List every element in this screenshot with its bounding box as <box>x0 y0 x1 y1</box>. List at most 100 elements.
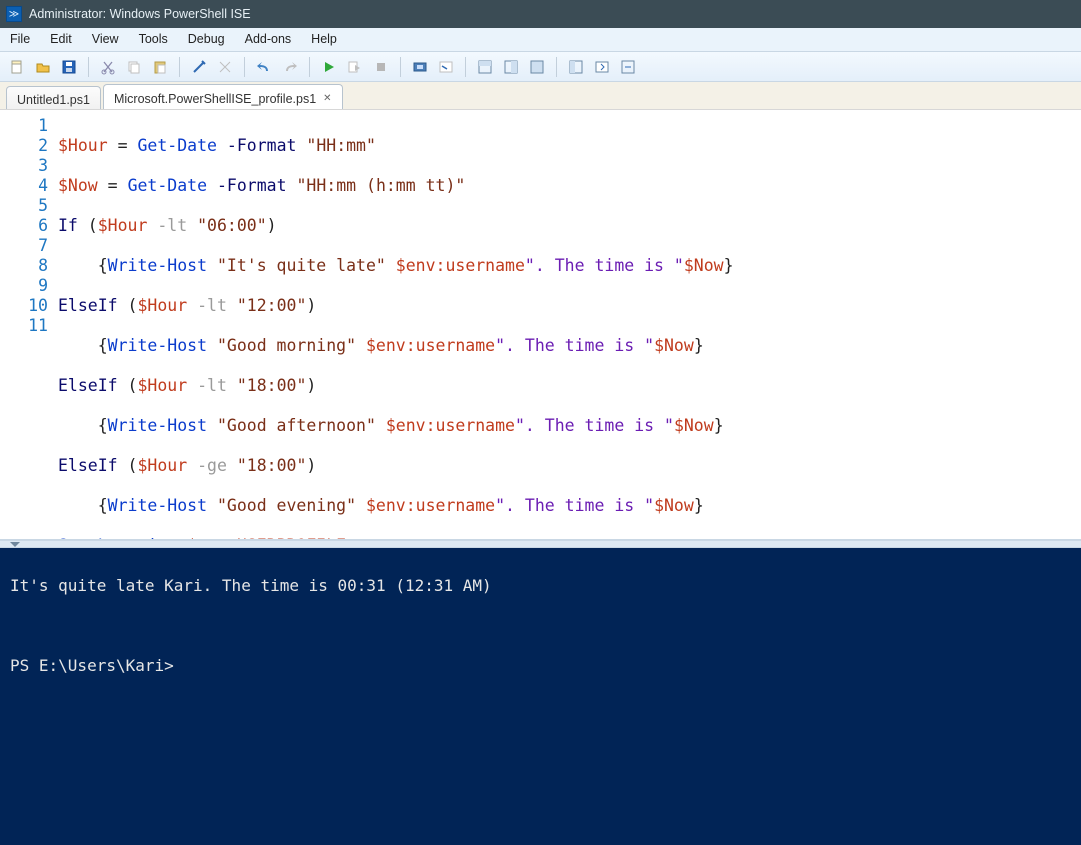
tok-sp <box>187 376 197 395</box>
line-number: 7 <box>0 236 48 256</box>
line-number: 8 <box>0 256 48 276</box>
tok-sp <box>217 136 227 155</box>
copy-button[interactable] <box>123 56 145 78</box>
new-remote-tab-button[interactable] <box>409 56 431 78</box>
tok-punc: { <box>58 256 108 275</box>
tok-str: "Good morning" <box>217 336 356 355</box>
code-area[interactable]: $Hour = Get-Date -Format "HH:mm" $Now = … <box>58 116 1081 539</box>
tok-punc: { <box>58 496 108 515</box>
menu-debug[interactable]: Debug <box>178 28 235 51</box>
find-button[interactable] <box>214 56 236 78</box>
script-editor[interactable]: 1 2 3 4 5 6 7 8 9 10 11 $Hour = Get-Date… <box>0 110 1081 540</box>
tok-str: "18:00" <box>237 456 307 475</box>
run-selection-button[interactable] <box>344 56 366 78</box>
tok-str: "It's quite late" <box>217 256 386 275</box>
tok-sp <box>296 136 306 155</box>
tok-punc: } <box>714 416 724 435</box>
tok-cmd: Write-Host <box>108 336 207 355</box>
tok-kw: ElseIf <box>58 456 118 475</box>
tok-punc: ) <box>267 216 277 235</box>
tok-sp <box>187 296 197 315</box>
line-number: 4 <box>0 176 48 196</box>
tok-op: -lt <box>157 216 187 235</box>
tok-sp <box>227 376 237 395</box>
cut-button[interactable] <box>97 56 119 78</box>
tok-var: $Now <box>684 256 724 275</box>
tab-untitled1[interactable]: Untitled1.ps1 <box>6 86 101 109</box>
paste-button[interactable] <box>149 56 171 78</box>
menu-edit[interactable]: Edit <box>40 28 82 51</box>
save-button[interactable] <box>58 56 80 78</box>
line-number-gutter: 1 2 3 4 5 6 7 8 9 10 11 <box>0 116 58 539</box>
tok-sp <box>207 176 217 195</box>
tok-var: $Now <box>58 176 98 195</box>
tok-sp <box>356 496 366 515</box>
chevron-down-icon <box>10 542 20 547</box>
tok-sp <box>356 336 366 355</box>
start-powershell-button[interactable] <box>435 56 457 78</box>
menu-view[interactable]: View <box>82 28 129 51</box>
line-number: 9 <box>0 276 48 296</box>
menu-file[interactable]: File <box>0 28 40 51</box>
stop-button[interactable] <box>370 56 392 78</box>
tok-punc: ) <box>306 296 316 315</box>
tok-punc: ( <box>78 216 98 235</box>
line-number: 10 <box>0 296 48 316</box>
tok-str: "Good evening" <box>217 496 356 515</box>
tok-cmd: Get-Date <box>128 176 207 195</box>
show-script-pane-max-button[interactable] <box>526 56 548 78</box>
pane-splitter[interactable] <box>0 540 1081 548</box>
show-script-pane-top-button[interactable] <box>474 56 496 78</box>
titlebar: Administrator: Windows PowerShell ISE <box>0 0 1081 28</box>
tok-str: "18:00" <box>237 376 307 395</box>
clear-pane-button[interactable] <box>188 56 210 78</box>
redo-button[interactable] <box>279 56 301 78</box>
tok-var: $Hour <box>137 296 187 315</box>
tok-punc: { <box>58 416 108 435</box>
tok-op: -lt <box>197 376 227 395</box>
tok-kw: If <box>58 216 78 235</box>
tok-sp <box>207 336 217 355</box>
undo-button[interactable] <box>253 56 275 78</box>
tok-op: -ge <box>197 456 227 475</box>
tok-str: "HH:mm (h:mm tt)" <box>296 176 465 195</box>
tab-label: Untitled1.ps1 <box>17 93 90 107</box>
tok-punc: } <box>724 256 734 275</box>
tok-sp <box>227 456 237 475</box>
tok-var: $Now <box>654 496 694 515</box>
tok-cmd: Write-Host <box>108 256 207 275</box>
open-file-button[interactable] <box>32 56 54 78</box>
line-number: 6 <box>0 216 48 236</box>
tok-cmd: Write-Host <box>108 496 207 515</box>
tok-punc: } <box>694 496 704 515</box>
run-script-button[interactable] <box>318 56 340 78</box>
new-file-button[interactable] <box>6 56 28 78</box>
menu-tools[interactable]: Tools <box>129 28 178 51</box>
tok-punc: ) <box>306 376 316 395</box>
tok-cmd: Write-Host <box>108 416 207 435</box>
tok-sp <box>386 256 396 275</box>
tok-punc: ( <box>118 376 138 395</box>
tok-str: ". The time is " <box>495 496 654 515</box>
toggle-toolbar-button[interactable] <box>617 56 639 78</box>
window-title: Administrator: Windows PowerShell ISE <box>29 7 251 21</box>
tab-profile[interactable]: Microsoft.PowerShellISE_profile.ps1 ✕ <box>103 84 343 109</box>
tok-sp <box>376 416 386 435</box>
tok-var: $Now <box>654 336 694 355</box>
console-pane[interactable]: It's quite late Kari. The time is 00:31 … <box>0 548 1081 845</box>
show-command-window-button[interactable] <box>591 56 613 78</box>
close-icon[interactable]: ✕ <box>323 93 331 104</box>
tok-sp <box>207 256 217 275</box>
powershell-icon <box>6 6 22 22</box>
tok-sp <box>287 176 297 195</box>
line-number: 1 <box>0 116 48 136</box>
tok-str: ". The time is " <box>495 336 654 355</box>
menu-addons[interactable]: Add-ons <box>235 28 302 51</box>
show-script-pane-right-button[interactable] <box>500 56 522 78</box>
line-number: 2 <box>0 136 48 156</box>
tok-str: ". The time is " <box>525 256 684 275</box>
tok-kw: ElseIf <box>58 296 118 315</box>
tok-sp <box>207 416 217 435</box>
menu-help[interactable]: Help <box>301 28 347 51</box>
show-command-addon-button[interactable] <box>565 56 587 78</box>
